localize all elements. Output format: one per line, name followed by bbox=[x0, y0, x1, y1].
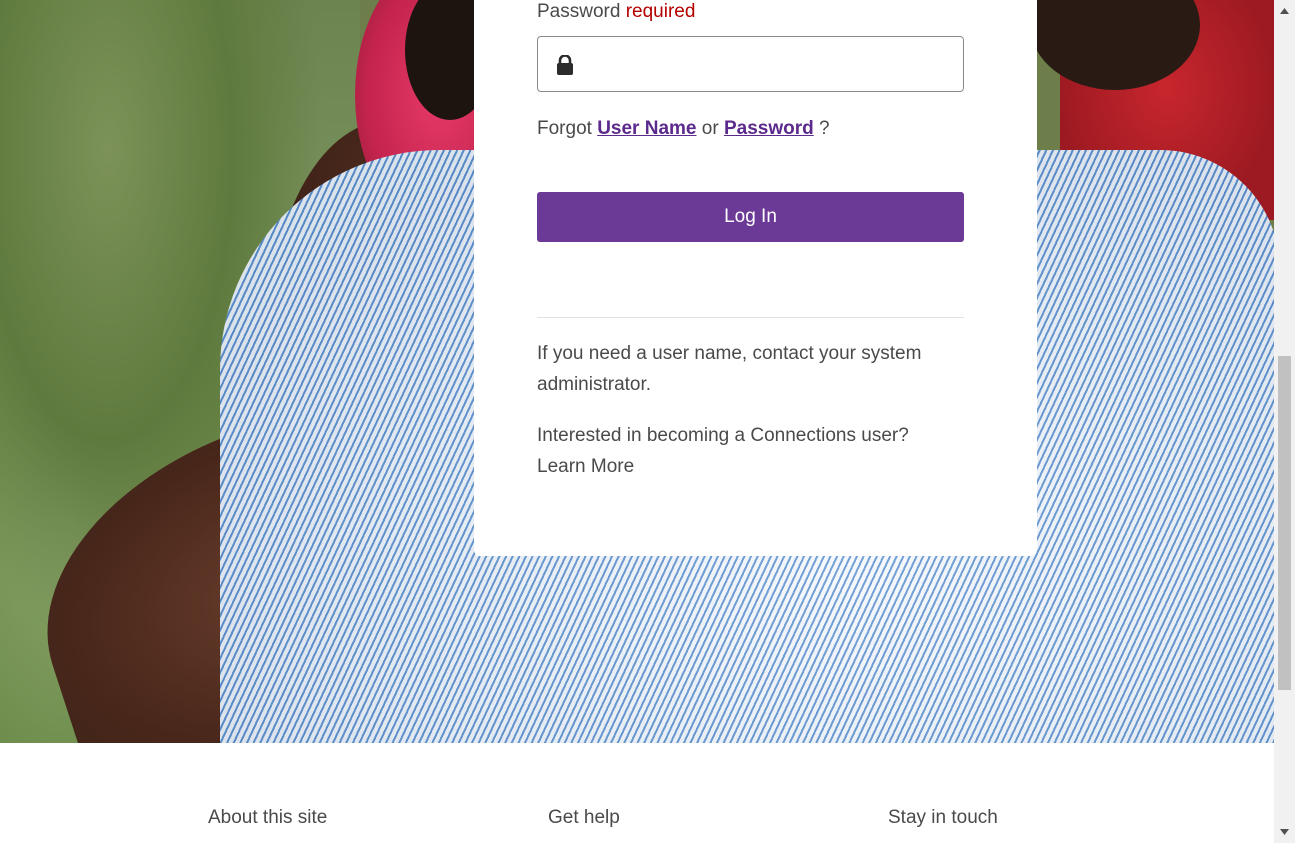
forgot-suffix: ? bbox=[819, 118, 830, 139]
page: Password required Forgot User Name or Pa… bbox=[0, 0, 1295, 843]
required-indicator: required bbox=[625, 1, 696, 22]
forgot-or: or bbox=[701, 118, 719, 139]
scrollbar-thumb[interactable] bbox=[1278, 356, 1291, 690]
forgot-username-link[interactable]: User Name bbox=[597, 118, 696, 139]
password-label-text: Password bbox=[537, 1, 621, 22]
login-card: Password required Forgot User Name or Pa… bbox=[474, 0, 1037, 556]
username-help-text: If you need a user name, contact your sy… bbox=[537, 343, 922, 395]
learn-more-link[interactable]: Learn More bbox=[537, 456, 634, 477]
footer: About this site Get help Stay in touch bbox=[0, 743, 1274, 843]
arrow-up-icon[interactable] bbox=[1274, 2, 1295, 19]
vertical-scrollbar[interactable] bbox=[1274, 0, 1295, 843]
forgot-credentials: Forgot User Name or Password ? bbox=[537, 118, 830, 140]
footer-heading-help: Get help bbox=[548, 807, 620, 828]
interested-text: Interested in becoming a Connections use… bbox=[537, 425, 909, 446]
password-label: Password required bbox=[537, 1, 695, 23]
forgot-prefix: Forgot bbox=[537, 118, 592, 139]
forgot-password-link[interactable]: Password bbox=[724, 118, 814, 139]
divider bbox=[537, 317, 964, 318]
arrow-down-icon[interactable] bbox=[1274, 823, 1295, 840]
become-user-info: Interested in becoming a Connections use… bbox=[537, 420, 964, 482]
footer-heading-contact: Stay in touch bbox=[888, 807, 998, 828]
footer-heading-about: About this site bbox=[208, 807, 328, 828]
password-field[interactable] bbox=[537, 36, 964, 92]
lock-icon bbox=[557, 55, 573, 75]
login-button[interactable]: Log In bbox=[537, 192, 964, 242]
